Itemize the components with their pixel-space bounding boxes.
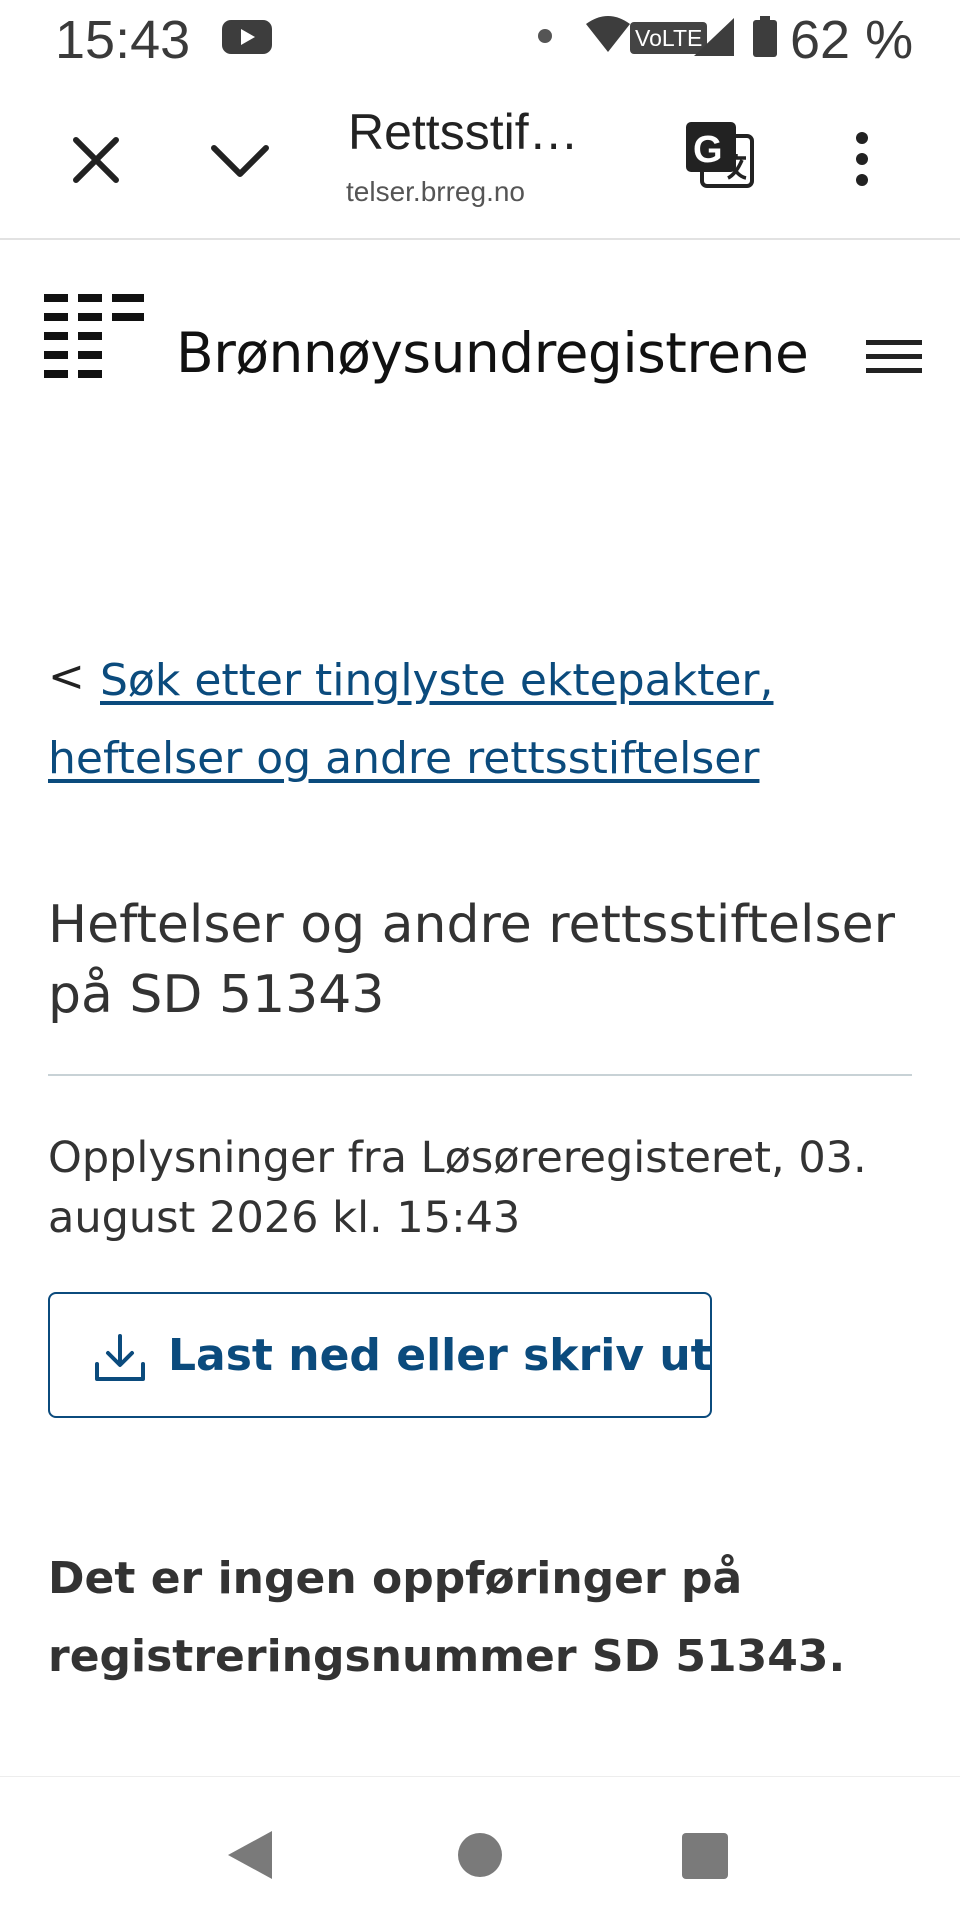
system-nav-bar bbox=[0, 1776, 960, 1920]
site-name[interactable]: Brønnøysundregistrene bbox=[176, 318, 809, 388]
screen: 15:43 VoLTE 62 % Rettsstif… telser.brreg… bbox=[0, 0, 960, 1920]
no-entries-message: Det er ingen oppføringer på registrering… bbox=[48, 1553, 846, 1682]
battery-icon bbox=[753, 16, 777, 57]
status-bar: 15:43 VoLTE 62 % bbox=[0, 0, 960, 80]
battery-percent: 62 % bbox=[790, 10, 914, 70]
status-time: 15:43 bbox=[55, 10, 191, 70]
download-print-button[interactable]: Last ned eller skriv ut bbox=[48, 1292, 712, 1418]
translate-icon[interactable]: G bbox=[684, 120, 756, 190]
page-title: Heftelser og andre rettsstiftelser på SD… bbox=[48, 895, 895, 1025]
svg-text:G: G bbox=[693, 129, 723, 171]
brreg-logo-icon[interactable] bbox=[44, 294, 144, 378]
back-to-search-link[interactable]: Søk etter tinglyste ektepakter, heftelse… bbox=[48, 642, 808, 798]
recents-square-icon[interactable] bbox=[682, 1833, 728, 1879]
notification-dot-icon bbox=[538, 29, 552, 43]
tab-url[interactable]: telser.brreg.no bbox=[346, 174, 576, 210]
close-icon[interactable] bbox=[64, 128, 128, 192]
download-icon bbox=[95, 1334, 145, 1381]
back-triangle-icon[interactable] bbox=[226, 1829, 274, 1881]
home-circle-icon[interactable] bbox=[458, 1833, 502, 1877]
browser-toolbar: Rettsstif… telser.brreg.no G bbox=[0, 80, 960, 240]
registry-info-text: Opplysninger fra Løsøreregisteret, 03. a… bbox=[48, 1133, 867, 1243]
youtube-icon bbox=[222, 20, 272, 54]
wifi-icon bbox=[586, 16, 630, 52]
tab-title[interactable]: Rettsstif… bbox=[348, 100, 608, 164]
signal-icon bbox=[694, 18, 734, 56]
download-button-label: Last ned eller skriv ut bbox=[168, 1330, 712, 1381]
divider bbox=[48, 1074, 912, 1076]
hamburger-menu-icon[interactable] bbox=[866, 340, 922, 374]
more-vert-icon[interactable] bbox=[842, 126, 882, 196]
chevron-down-icon[interactable] bbox=[206, 128, 274, 192]
